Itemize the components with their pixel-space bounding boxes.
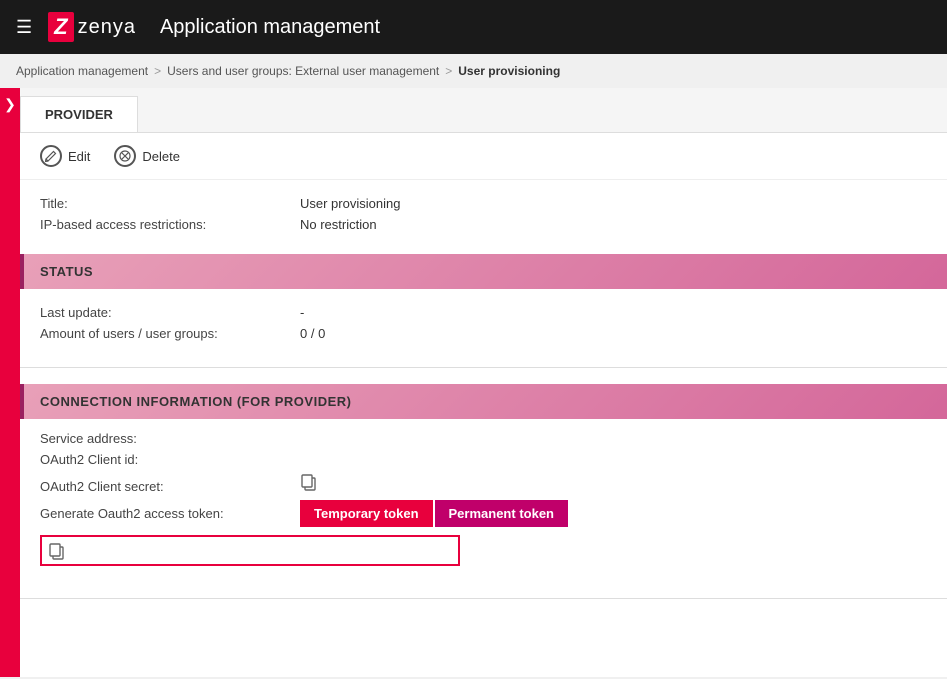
token-input[interactable] [66, 541, 452, 560]
delete-icon [114, 145, 136, 167]
copy-secret-icon[interactable] [300, 473, 318, 491]
ip-label: IP-based access restrictions: [40, 217, 300, 232]
title-value: User provisioning [300, 196, 400, 211]
amount-value: 0 / 0 [300, 326, 325, 341]
token-input-row [40, 535, 460, 566]
breadcrumb-current: User provisioning [458, 64, 560, 78]
toolbar: Edit Delete [20, 133, 947, 180]
breadcrumb-sep-2: > [445, 64, 452, 78]
breadcrumb: Application management > Users and user … [0, 54, 947, 88]
connection-section: Service address: OAuth2 Client id: OAuth… [20, 419, 947, 578]
breadcrumb-app-management[interactable]: Application management [16, 64, 148, 78]
amount-row: Amount of users / user groups: 0 / 0 [40, 326, 927, 341]
connection-header: CONNECTION INFORMATION (FOR PROVIDER) [20, 384, 947, 419]
service-address-row: Service address: [40, 431, 927, 446]
oauth2-client-id-label: OAuth2 Client id: [40, 452, 300, 467]
last-update-row: Last update: - [40, 305, 927, 320]
service-address-label: Service address: [40, 431, 300, 446]
app-title: Application management [160, 16, 380, 39]
main-wrapper: ❯ PROVIDER Edit [0, 88, 947, 677]
logo: Z zenya [48, 12, 136, 42]
divider-1 [20, 367, 947, 368]
temporary-token-button[interactable]: Temporary token [300, 500, 433, 527]
breadcrumb-users-groups[interactable]: Users and user groups: External user man… [167, 64, 439, 78]
generate-token-label: Generate Oauth2 access token: [40, 506, 300, 521]
oauth2-client-secret-label: OAuth2 Client secret: [40, 479, 300, 494]
tab-provider[interactable]: PROVIDER [20, 96, 138, 132]
last-update-value: - [300, 305, 304, 320]
side-toggle-arrow-icon: ❯ [4, 96, 16, 113]
edit-label: Edit [68, 149, 90, 164]
title-label: Title: [40, 196, 300, 211]
app-header: ☰ Z zenya Application management [0, 0, 947, 54]
menu-icon[interactable]: ☰ [16, 17, 32, 38]
delete-label: Delete [142, 149, 180, 164]
side-toggle[interactable]: ❯ [0, 88, 20, 677]
title-row: Title: User provisioning [40, 196, 927, 211]
info-section: Title: User provisioning IP-based access… [20, 180, 947, 254]
logo-z: Z [48, 12, 73, 42]
breadcrumb-sep-1: > [154, 64, 161, 78]
status-section: Last update: - Amount of users / user gr… [20, 289, 947, 363]
permanent-token-button[interactable]: Permanent token [435, 500, 568, 527]
oauth2-client-id-row: OAuth2 Client id: [40, 452, 927, 467]
amount-label: Amount of users / user groups: [40, 326, 300, 341]
logo-name: zenya [78, 16, 136, 39]
ip-row: IP-based access restrictions: No restric… [40, 217, 927, 232]
delete-button[interactable]: Delete [110, 143, 184, 169]
divider-2 [20, 598, 947, 599]
status-header: STATUS [20, 254, 947, 289]
edit-button[interactable]: Edit [36, 143, 94, 169]
ip-value: No restriction [300, 217, 377, 232]
token-buttons: Temporary token Permanent token [300, 500, 568, 527]
oauth2-client-secret-row: OAuth2 Client secret: [40, 473, 927, 494]
generate-token-row: Generate Oauth2 access token: Temporary … [40, 500, 927, 527]
last-update-label: Last update: [40, 305, 300, 320]
edit-icon [40, 145, 62, 167]
copy-token-icon[interactable] [48, 542, 66, 560]
tab-bar: PROVIDER [20, 88, 947, 133]
content-area: PROVIDER Edit D [20, 88, 947, 677]
